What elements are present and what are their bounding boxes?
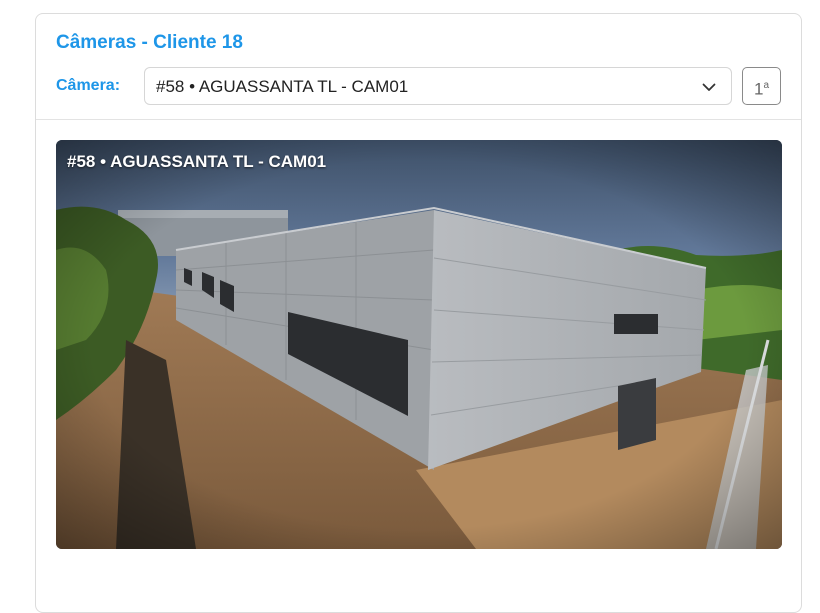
card-header: Câmeras - Cliente 18 Câmera: #58 • AGUAS… — [36, 14, 801, 120]
cameras-card: Câmeras - Cliente 18 Câmera: #58 • AGUAS… — [35, 13, 802, 613]
page-title: Câmeras - Cliente 18 — [56, 32, 243, 53]
camera-label: Câmera: — [56, 77, 121, 94]
page-ordinal: a — [763, 80, 770, 91]
camera-select[interactable]: #58 • AGUASSANTA TL - CAM01 — [144, 67, 732, 105]
camera-feed-image — [56, 140, 782, 549]
feed-caption: #58 • AGUASSANTA TL - CAM01 — [67, 152, 327, 171]
page-1-button[interactable]: 1a — [742, 67, 781, 105]
camera-feed[interactable]: #58 • AGUASSANTA TL - CAM01 — [56, 140, 782, 549]
chevron-down-icon — [702, 83, 716, 91]
camera-select-value: #58 • AGUASSANTA TL - CAM01 — [156, 77, 409, 96]
